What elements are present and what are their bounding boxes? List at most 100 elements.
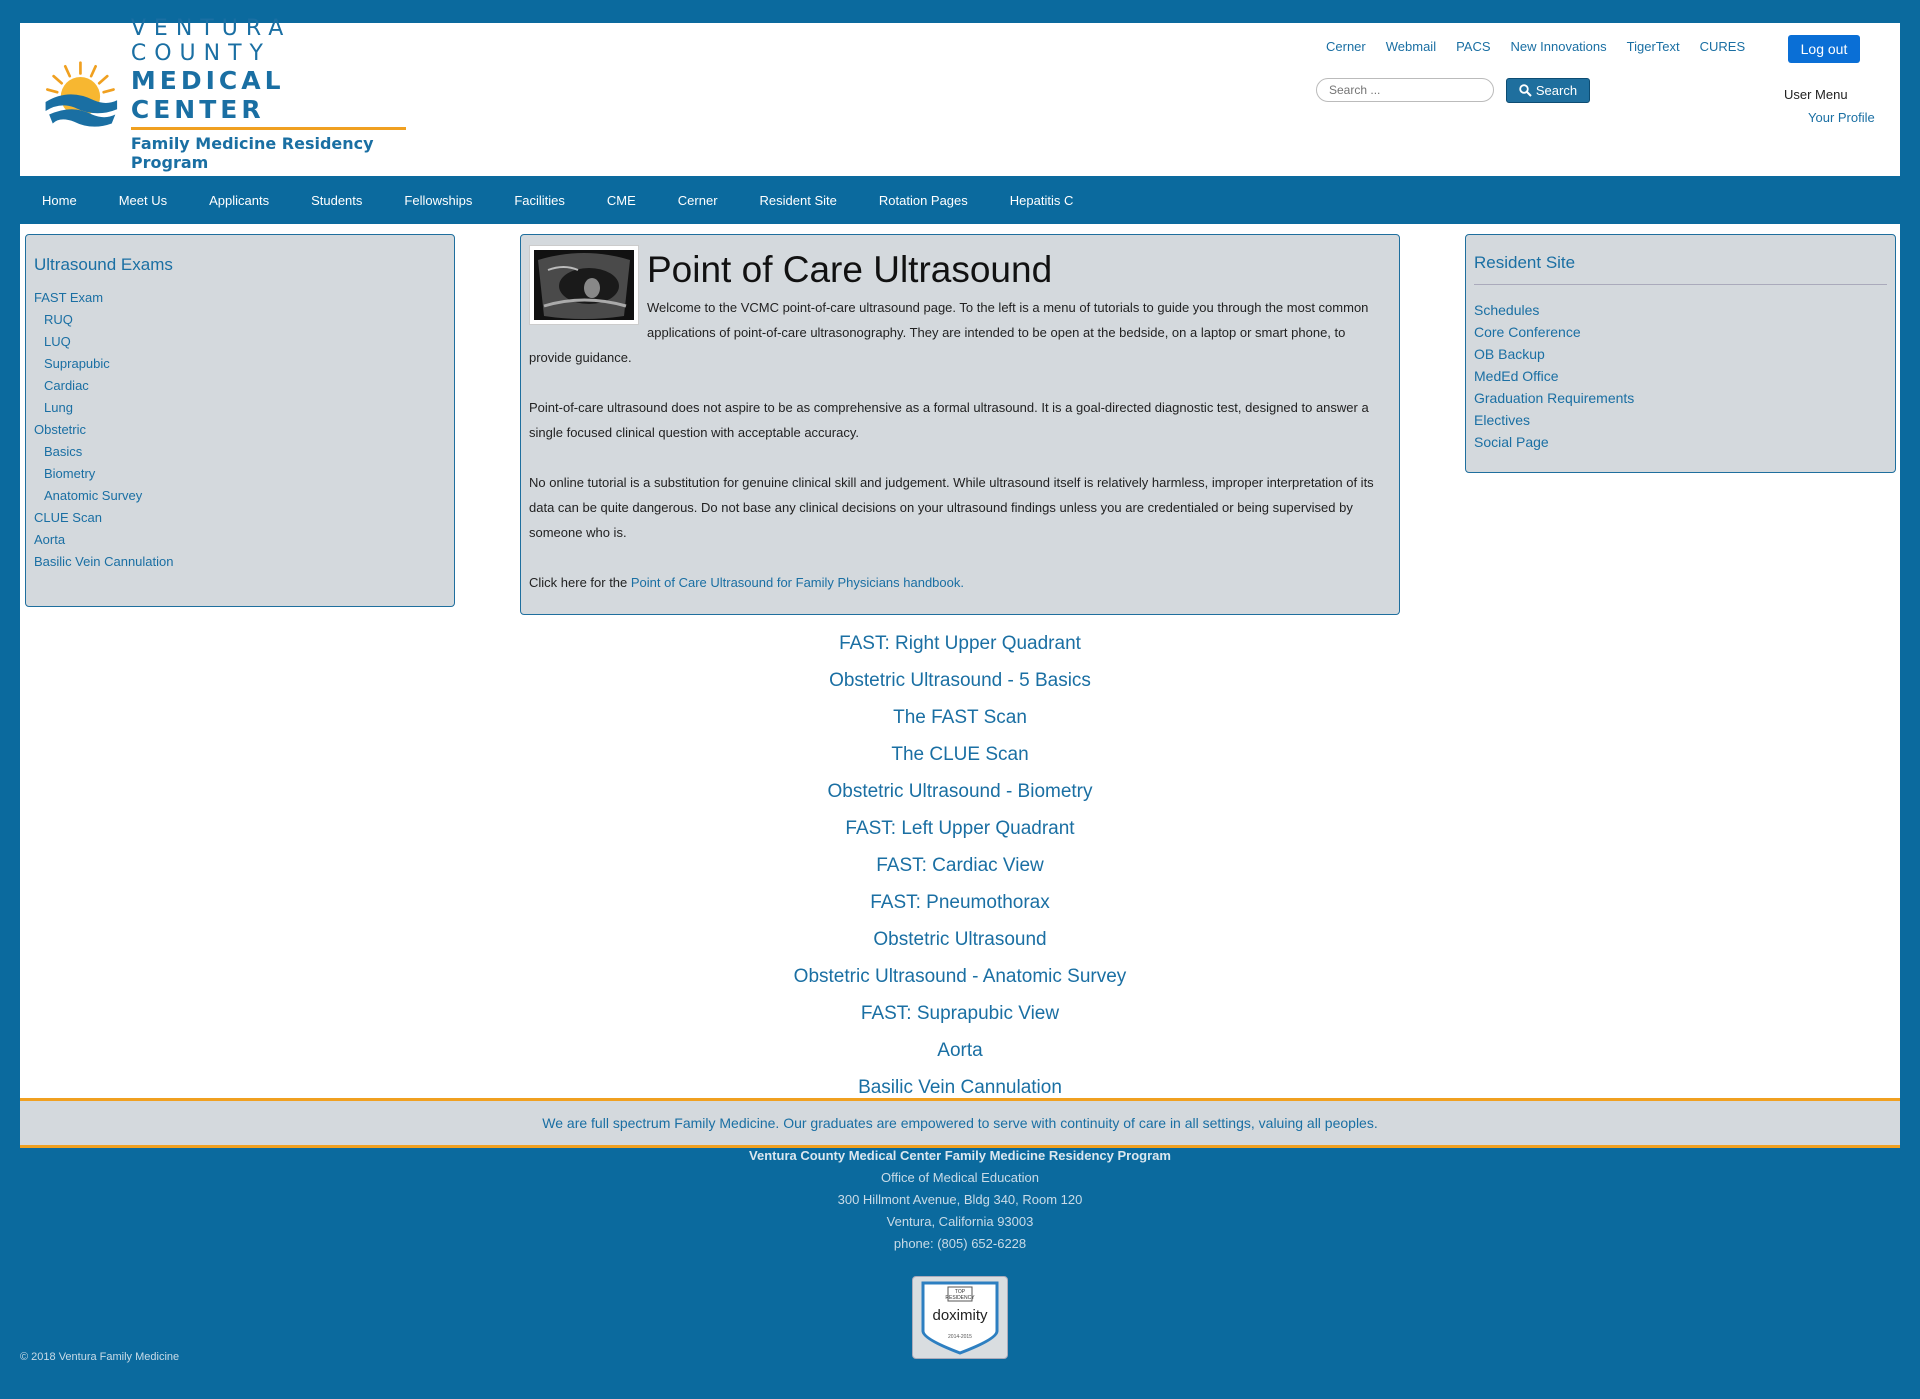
doximity-badge[interactable]: TOP RESIDENCY doximity 2014-2015 <box>912 1276 1008 1359</box>
nav-applicants[interactable]: Applicants <box>209 193 269 208</box>
nav-facilities[interactable]: Facilities <box>514 193 565 208</box>
resident-item-electives[interactable]: Electives <box>1474 409 1887 431</box>
badge-top-2: RESIDENCY <box>945 1295 975 1301</box>
resident-item-schedules[interactable]: Schedules <box>1474 299 1887 321</box>
handbook-prefix: Click here for the <box>529 575 631 590</box>
exam-link-lung[interactable]: Lung <box>44 400 73 415</box>
exam-item-suprapubic[interactable]: Suprapubic <box>34 353 446 375</box>
resident-link-electives[interactable]: Electives <box>1474 412 1530 428</box>
top-link-webmail[interactable]: Webmail <box>1386 39 1436 54</box>
tutorial-link[interactable]: The CLUE Scan <box>520 736 1400 773</box>
footer-org: Ventura County Medical Center Family Med… <box>749 1148 1171 1163</box>
sunrise-wave-logo-icon <box>45 61 118 127</box>
tutorial-link[interactable]: Obstetric Ultrasound - Anatomic Survey <box>520 958 1400 995</box>
exam-item-luq[interactable]: LUQ <box>34 331 446 353</box>
tutorial-link[interactable]: FAST: Right Upper Quadrant <box>520 625 1400 662</box>
resident-link-social-page[interactable]: Social Page <box>1474 434 1549 450</box>
exam-link-suprapubic[interactable]: Suprapubic <box>44 356 110 371</box>
page-title: Point of Care Ultrasound <box>647 249 1053 290</box>
site-logo[interactable]: VENTURA COUNTY MEDICAL CENTER Family Med… <box>42 16 422 172</box>
nav-rotation-pages[interactable]: Rotation Pages <box>879 193 968 208</box>
exam-item-basilic-vein[interactable]: Basilic Vein Cannulation <box>34 551 446 573</box>
ultrasound-exams-title: Ultrasound Exams <box>34 255 173 274</box>
footer-phone: phone: (805) 652-6228 <box>893 1236 1027 1251</box>
resident-link-schedules[interactable]: Schedules <box>1474 302 1539 318</box>
ultrasound-scan-icon <box>534 250 634 320</box>
copyright: © 2018 Ventura Family Medicine <box>20 1351 180 1363</box>
exam-link-luq[interactable]: LUQ <box>44 334 71 349</box>
nav-students[interactable]: Students <box>311 193 362 208</box>
exam-link-ruq[interactable]: RUQ <box>44 312 73 327</box>
logo-line-2: MEDICAL CENTER <box>130 66 285 124</box>
resident-link-meded-office[interactable]: MedEd Office <box>1474 368 1559 384</box>
exam-item-obstetric[interactable]: Obstetric <box>34 419 446 441</box>
tutorial-link[interactable]: Obstetric Ultrasound <box>520 921 1400 958</box>
handbook-link[interactable]: Point of Care Ultrasound for Family Phys… <box>631 575 964 590</box>
logo-line-1: VENTURA COUNTY <box>130 16 292 66</box>
tutorial-link[interactable]: Obstetric Ultrasound - Biometry <box>520 773 1400 810</box>
resident-site-title: Resident Site <box>1474 253 1887 285</box>
nav-cerner[interactable]: Cerner <box>678 193 718 208</box>
disclaimer-paragraph: No online tutorial is a substitution for… <box>529 475 1374 540</box>
resident-item-core-conference[interactable]: Core Conference <box>1474 321 1887 343</box>
exam-link-anatomic-survey[interactable]: Anatomic Survey <box>44 488 142 503</box>
badge-years: 2014-2015 <box>948 1334 972 1340</box>
nav-resident-site[interactable]: Resident Site <box>760 193 837 208</box>
exam-item-biometry[interactable]: Biometry <box>34 463 446 485</box>
exam-link-clue-scan[interactable]: CLUE Scan <box>34 510 102 525</box>
top-link-new-innovations[interactable]: New Innovations <box>1511 39 1607 54</box>
nav-fellowships[interactable]: Fellowships <box>404 193 472 208</box>
resident-site-panel: Resident Site Schedules Core Conference … <box>1465 234 1896 473</box>
resident-item-ob-backup[interactable]: OB Backup <box>1474 343 1887 365</box>
your-profile-link[interactable]: Your Profile <box>1808 110 1875 125</box>
exam-link-cardiac[interactable]: Cardiac <box>44 378 89 393</box>
exam-item-aorta[interactable]: Aorta <box>34 529 446 551</box>
exam-link-fast[interactable]: FAST Exam <box>34 290 103 305</box>
tutorial-links: FAST: Right Upper Quadrant Obstetric Ult… <box>520 625 1400 1106</box>
exam-item-cardiac[interactable]: Cardiac <box>34 375 446 397</box>
tutorial-link[interactable]: FAST: Left Upper Quadrant <box>520 810 1400 847</box>
tutorial-link[interactable]: Obstetric Ultrasound - 5 Basics <box>520 662 1400 699</box>
tutorial-link[interactable]: FAST: Cardiac View <box>520 847 1400 884</box>
resident-item-graduation[interactable]: Graduation Requirements <box>1474 387 1887 409</box>
exam-item-clue-scan[interactable]: CLUE Scan <box>34 507 446 529</box>
search-icon <box>1519 84 1532 97</box>
exam-link-biometry[interactable]: Biometry <box>44 466 95 481</box>
exam-link-basics[interactable]: Basics <box>44 444 82 459</box>
exam-item-anatomic-survey[interactable]: Anatomic Survey <box>34 485 446 507</box>
tutorial-link[interactable]: FAST: Pneumothorax <box>520 884 1400 921</box>
nav-home[interactable]: Home <box>42 193 77 208</box>
badge-brand: doximity <box>932 1307 988 1324</box>
resident-link-ob-backup[interactable]: OB Backup <box>1474 346 1545 362</box>
exam-link-aorta[interactable]: Aorta <box>34 532 65 547</box>
resident-item-social-page[interactable]: Social Page <box>1474 431 1887 453</box>
top-link-tigertext[interactable]: TigerText <box>1627 39 1680 54</box>
exam-item-basics[interactable]: Basics <box>34 441 446 463</box>
exam-item-lung[interactable]: Lung <box>34 397 446 419</box>
ultrasound-exams-panel: Ultrasound Exams FAST Exam RUQ LUQ Supra… <box>25 234 455 607</box>
top-link-pacs[interactable]: PACS <box>1456 39 1490 54</box>
tutorial-link[interactable]: The FAST Scan <box>520 699 1400 736</box>
ultrasound-exams-list: FAST Exam RUQ LUQ Suprapubic Cardiac Lun… <box>34 287 446 573</box>
resident-site-list: Schedules Core Conference OB Backup MedE… <box>1474 299 1887 453</box>
resident-link-core-conference[interactable]: Core Conference <box>1474 324 1581 340</box>
search-button[interactable]: Search <box>1506 78 1590 103</box>
resident-link-graduation[interactable]: Graduation Requirements <box>1474 390 1634 406</box>
exam-item-ruq[interactable]: RUQ <box>34 309 446 331</box>
exam-link-basilic-vein[interactable]: Basilic Vein Cannulation <box>34 554 173 569</box>
top-links: Cerner Webmail PACS New Innovations Tige… <box>1326 39 1745 54</box>
exam-link-obstetric[interactable]: Obstetric <box>34 422 86 437</box>
tutorial-link[interactable]: FAST: Suprapubic View <box>520 995 1400 1032</box>
tutorial-link[interactable]: Basilic Vein Cannulation <box>520 1069 1400 1106</box>
footer-address-2: Ventura, California 93003 <box>886 1214 1034 1229</box>
tutorial-link[interactable]: Aorta <box>520 1032 1400 1069</box>
nav-hepatitis-c[interactable]: Hepatitis C <box>1010 193 1074 208</box>
resident-item-meded-office[interactable]: MedEd Office <box>1474 365 1887 387</box>
exam-item-fast[interactable]: FAST Exam <box>34 287 446 309</box>
nav-cme[interactable]: CME <box>607 193 636 208</box>
top-link-cures[interactable]: CURES <box>1700 39 1746 54</box>
top-link-cerner[interactable]: Cerner <box>1326 39 1366 54</box>
nav-meet-us[interactable]: Meet Us <box>119 193 167 208</box>
logout-button[interactable]: Log out <box>1788 35 1860 63</box>
search-input[interactable] <box>1316 78 1494 102</box>
